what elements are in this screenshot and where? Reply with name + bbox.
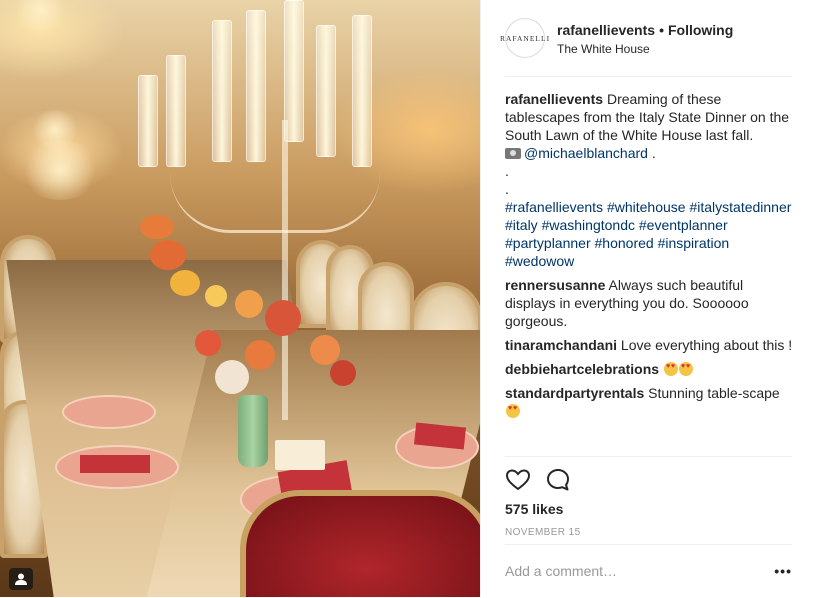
candelabra-stem [282,120,288,420]
flower [215,360,249,394]
caption-username[interactable]: rafanellievents [505,91,603,107]
candelabra-arms [170,170,380,233]
user-tag-icon [15,573,27,585]
credit-suffix: . [647,145,656,161]
hashtag-link[interactable]: #eventplanner [639,217,728,233]
comment: tinaramchandani Love everything about th… [505,336,795,354]
header-user-line: rafanellievents • Following [557,22,733,38]
light-glow [10,0,70,30]
header-username[interactable]: rafanellievents [557,22,655,38]
flower [310,335,340,365]
user-tag-badge[interactable] [9,568,33,590]
flower [170,270,200,296]
hashtag-link[interactable]: #rafanellievents [505,199,603,215]
chair [240,490,480,597]
candle [316,25,336,157]
hashtag-link[interactable]: #partyplanner [505,235,591,251]
hashtag-list: #rafanellievents #whitehouse #italystate… [505,199,791,269]
hashtag-link[interactable]: #whitehouse [607,199,686,215]
vase [238,395,268,467]
comment-username[interactable]: debbiehartcelebrations [505,361,659,377]
post-actions: 575 likes NOVEMBER 15 [505,456,792,545]
comment: standardpartyrentals Stunning table-scap… [505,384,795,420]
flower [330,360,356,386]
candle [352,15,372,167]
following-button[interactable]: Following [668,22,733,38]
comment: rennersusanne Always such beautiful disp… [505,276,795,330]
location-link[interactable]: The White House [557,42,650,56]
add-comment-input[interactable] [505,563,755,579]
post-photo[interactable] [0,0,480,597]
comment-bubble-icon[interactable] [545,467,571,493]
hashtag-link[interactable]: #italy [505,217,538,233]
comment: debbiehartcelebrations [505,360,795,378]
post-date: NOVEMBER 15 [505,527,581,538]
comment-username[interactable]: rennersusanne [505,277,605,293]
flower [265,300,301,336]
heart-eyes-emoji-icon [506,404,520,418]
candle [166,55,186,167]
caption-dot: . [505,163,509,179]
caption-dot: . [505,181,509,197]
more-options-button[interactable]: ••• [774,563,792,579]
hashtag-link[interactable]: #honored [595,235,654,251]
post-sidebar: RAFANELLI rafanellievents • Following The … [480,0,815,597]
camera-icon [505,148,521,159]
candle [246,10,266,162]
flower [245,340,275,370]
hashtag-link[interactable]: #italystatedinner [689,199,791,215]
light-glow [20,140,100,200]
comment-text: Stunning table-scape [648,385,780,401]
hashtag-link[interactable]: #washingtondc [542,217,635,233]
credit-mention-link[interactable]: @michaelblanchard [524,145,648,161]
post-header: RAFANELLI rafanellievents • Following The … [500,16,792,77]
napkin [80,455,150,473]
candle [212,20,232,162]
avatar[interactable]: RAFANELLI [500,18,549,58]
add-comment-bar: ••• [505,544,792,598]
candle [138,75,158,167]
flower [205,285,227,307]
heart-eyes-emoji-icon [678,362,693,376]
likes-count[interactable]: 575 likes [505,501,563,517]
heart-eyes-emoji-icon [663,362,678,376]
heart-icon[interactable] [505,467,531,493]
comment-username[interactable]: tinaramchandani [505,337,617,353]
comments-list: rafanellievents Dreaming of these tables… [505,90,795,426]
caption: rafanellievents Dreaming of these tables… [505,90,795,270]
flower [195,330,221,356]
plate [62,395,156,429]
place-card [275,440,325,470]
flower [235,290,263,318]
hashtag-link[interactable]: #inspiration [658,235,730,251]
flower [150,240,186,270]
comment-text: Love everything about this ! [620,337,793,353]
hashtag-link[interactable]: #wedowow [505,253,574,269]
comment-username[interactable]: standardpartyrentals [505,385,644,401]
separator-dot: • [659,22,664,38]
flower [140,215,174,239]
